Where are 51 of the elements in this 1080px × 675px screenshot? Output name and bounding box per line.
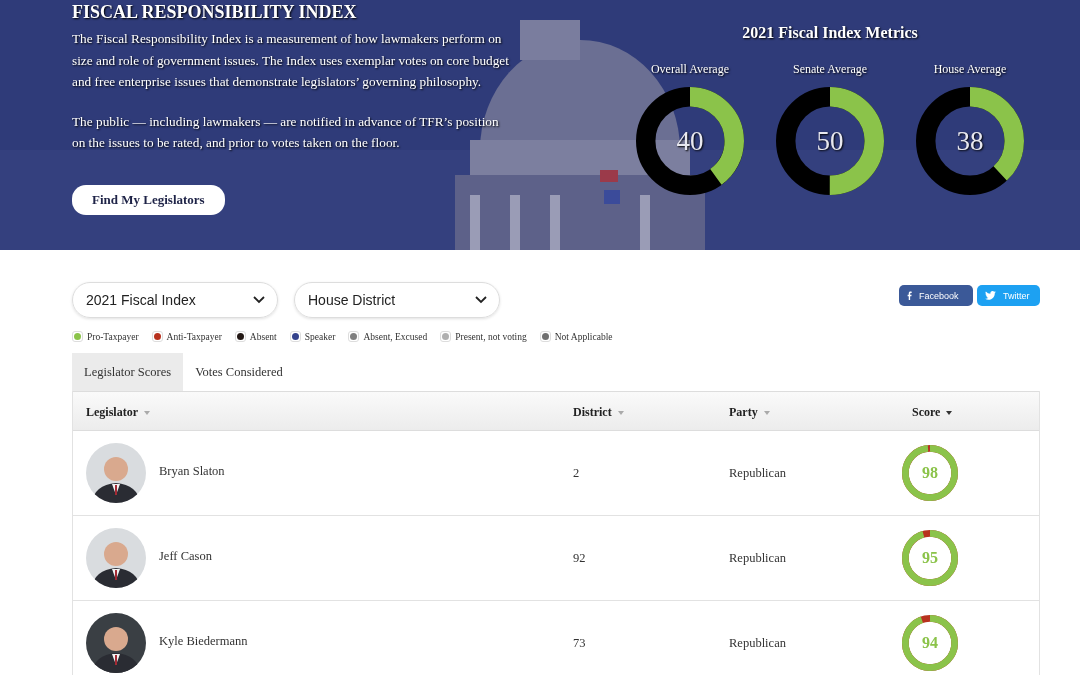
tab[interactable]: Legislator Scores [72,353,184,391]
legend-label: Speaker [304,331,336,342]
legend-swatch [151,331,163,342]
column-header[interactable]: District [573,405,624,420]
legend-label: Pro-Taxpayer [87,331,139,342]
chevron-down-icon [253,296,265,304]
intro-paragraph: The Fiscal Responsibility Index is a measurement of how lawmakers perform on size and role of government issues. The Index uses exemplar votes on core budget and free enterprise issues that demonstrate legislators’ governing philosophy. [72,30,510,91]
district-number: 2 [573,465,580,480]
bird-icon [985,291,996,300]
metric-label: Overall Average [650,62,730,77]
score-donut-chart [902,530,958,586]
score-donut-chart [902,615,958,671]
score-value: 95 [921,548,939,568]
score-value: 98 [921,463,939,483]
average-value: 50 [815,125,845,158]
legend-label: Not Applicable [554,331,613,342]
district-number: 73 [573,635,586,650]
find-legislators-button[interactable]: Find My Legislators [72,184,225,215]
average-value: 38 [955,125,985,158]
legend-label: Absent, Excused [363,331,428,342]
page-title: FISCAL RESPONSIBILITY INDEX [72,2,358,22]
legend-label: Present, not voting [455,331,527,342]
legend-swatch [72,331,83,342]
legend-swatch [539,331,551,342]
average-value: 40 [675,125,705,158]
column-header[interactable]: Score [912,405,953,420]
intro-paragraph: The public — including lawmakers — are notified in advance of TFR’s position on the issues to be rated, and prior to votes taken on the floor. [72,112,500,152]
metric-label: Senate Average [792,62,868,77]
legislator-name[interactable]: Kyle Biedermann [159,633,248,649]
legend-label: Absent [249,331,277,342]
metrics-title: 2021 Fiscal Index Metrics [742,24,918,42]
legend-label: Anti-Taxpayer [166,331,222,342]
tab[interactable]: Votes Considered [183,353,295,391]
legend-swatch [234,331,246,342]
metric-label: House Average [933,62,1007,77]
legend-swatch [440,331,452,342]
score-value: 94 [921,633,939,653]
party-name: Republican [729,635,786,650]
district-number: 92 [573,550,586,565]
column-header[interactable]: Party [729,405,770,420]
share-button[interactable]: Facebook [899,285,973,306]
column-header[interactable]: Legislator [86,405,150,420]
legislator-name[interactable]: Jeff Cason [159,548,212,564]
score-donut-chart [902,445,958,501]
legend-swatch [289,331,301,342]
legend-swatch [348,331,360,342]
party-name: Republican [729,550,786,565]
chevron-down-icon [475,296,487,304]
party-name: Republican [729,465,786,480]
facebook-icon [907,291,912,300]
legislator-name[interactable]: Bryan Slaton [159,463,225,479]
